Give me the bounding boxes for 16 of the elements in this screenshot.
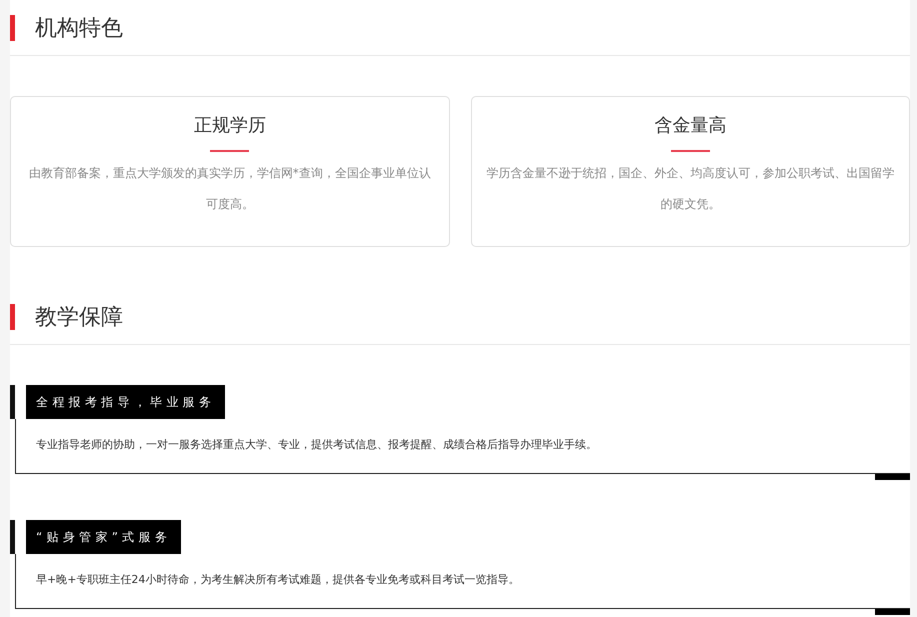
corner-block	[875, 609, 910, 615]
title-underline	[670, 150, 710, 152]
section-marker	[10, 14, 15, 40]
card-description: 学历含金量不逊于统招，国企、外企、均高度认可，参加公职考试、出国留学的硬文凭。	[485, 165, 896, 213]
section-marker	[10, 304, 15, 330]
card-title: 含金量高	[653, 114, 728, 138]
title-underline	[210, 150, 250, 152]
service-label: “贴身管家”式服务	[26, 520, 182, 554]
section-title: 机构特色	[35, 14, 123, 42]
service-description: 专业指导老师的协助，一对一服务选择重点大学、专业，提供考试信息、报考提醒、成绩合格后指导办理毕业手续。	[36, 437, 598, 452]
card-title: 正规学历	[192, 114, 267, 138]
corner-block	[875, 474, 910, 480]
section-title: 教学保障	[35, 304, 123, 332]
service-description: 早+晚+专职班主任24小时待命，为考生解决所有考试难题，提供各专业免考或科目考试一览指导。	[36, 572, 520, 587]
card-description: 由教育部备案，重点大学颁发的真实学历，学信网*查询，全国企事业单位认可度高。	[28, 165, 432, 213]
service-label: 全程报考指导，毕业服务	[26, 385, 226, 419]
